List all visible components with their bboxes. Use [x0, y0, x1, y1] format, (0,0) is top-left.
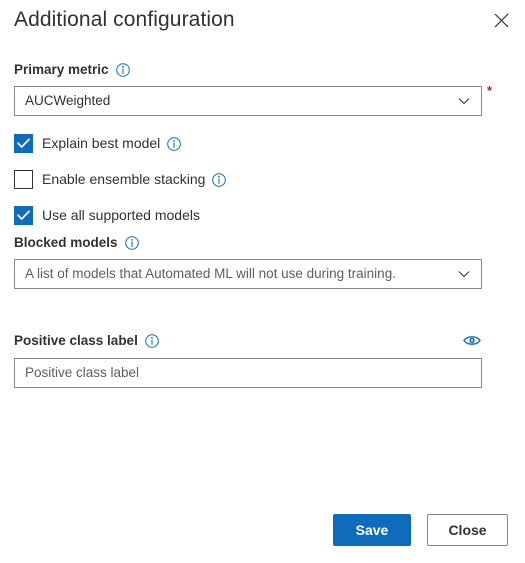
checkbox-unchecked-icon: [14, 170, 33, 189]
checkbox-explain-best-model[interactable]: Explain best model: [14, 134, 182, 153]
additional-configuration-panel: Additional configuration Primary metric …: [0, 0, 525, 563]
checkbox-checked-icon: [14, 134, 33, 153]
info-icon[interactable]: [145, 334, 159, 348]
checkbox-label: Enable ensemble stacking: [42, 171, 206, 187]
positive-class-label-input[interactable]: Positive class label: [14, 358, 482, 388]
info-icon[interactable]: [124, 236, 139, 250]
close-button[interactable]: [485, 4, 517, 36]
primary-metric-value: AUCWeighted: [25, 93, 111, 108]
close-footer-button[interactable]: Close: [427, 514, 508, 546]
page-title: Additional configuration: [14, 8, 235, 31]
chevron-down-icon: [457, 267, 471, 281]
required-asterisk: *: [487, 83, 493, 98]
checkbox-label: Explain best model: [42, 135, 161, 151]
save-button[interactable]: Save: [333, 514, 411, 546]
panel-header: Additional configuration: [0, 0, 525, 44]
info-icon[interactable]: [167, 136, 182, 151]
close-icon: [494, 13, 509, 28]
blocked-models-placeholder: A list of models that Automated ML will …: [25, 266, 396, 281]
info-icon[interactable]: [212, 172, 227, 187]
panel-footer: Save Close: [0, 503, 525, 563]
checkbox-checked-icon: [14, 206, 33, 225]
chevron-down-icon: [457, 94, 471, 108]
positive-class-label-row: Positive class label: [14, 332, 159, 350]
primary-metric-label: Primary metric: [14, 62, 109, 77]
primary-metric-select[interactable]: AUCWeighted: [14, 86, 482, 116]
positive-class-label-placeholder: Positive class label: [25, 365, 140, 380]
blocked-models-select[interactable]: A list of models that Automated ML will …: [14, 259, 482, 289]
positive-class-label: Positive class label: [14, 333, 138, 348]
checkbox-label: Use all supported models: [42, 207, 200, 223]
eye-icon[interactable]: [463, 331, 481, 349]
info-icon[interactable]: [115, 63, 130, 77]
primary-metric-label-row: Primary metric: [14, 61, 130, 79]
blocked-models-label: Blocked models: [14, 235, 118, 250]
checkbox-use-all-supported-models[interactable]: Use all supported models: [14, 206, 200, 225]
checkbox-enable-ensemble-stacking[interactable]: Enable ensemble stacking: [14, 170, 227, 189]
blocked-models-label-row: Blocked models: [14, 234, 139, 252]
